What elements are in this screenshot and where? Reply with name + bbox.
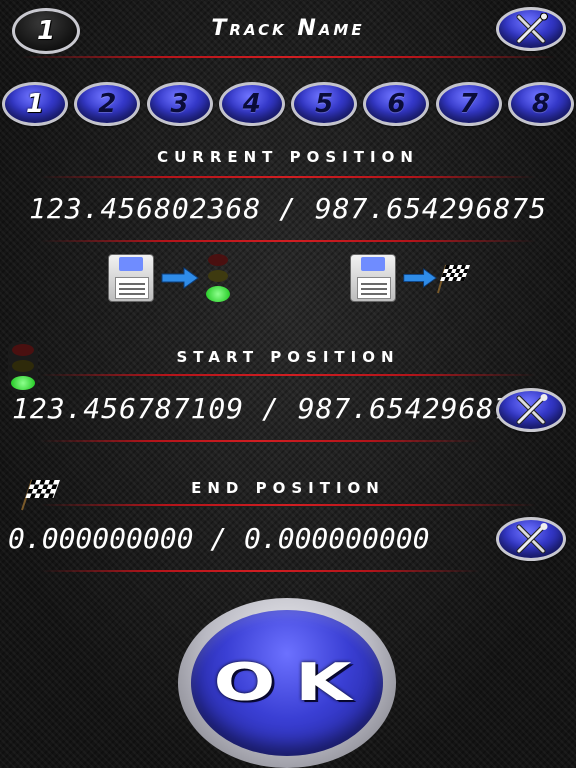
wrench-screwdriver-icon: [516, 523, 548, 554]
end-position-label: End Position: [191, 479, 385, 497]
current-divider-bottom: [40, 240, 536, 242]
ok-button[interactable]: OK: [178, 598, 396, 768]
floppy-disk-icon: [350, 254, 396, 302]
start-position-value: 123.456787109 / 987.654296875: [12, 392, 530, 425]
end-checkered-flag-icon: [21, 479, 60, 511]
slot-button-4[interactable]: 4: [218, 82, 285, 126]
slot-button-1[interactable]: 1: [2, 82, 68, 126]
ok-button-face: OK: [191, 610, 383, 756]
wrench-screwdriver-icon: [516, 13, 548, 44]
start-traffic-light-icon: [8, 342, 38, 392]
slot-button-3[interactable]: 3: [146, 82, 213, 126]
start-divider-top: [40, 374, 536, 376]
edit-start-button[interactable]: [496, 388, 566, 432]
save-end-button[interactable]: [350, 252, 490, 304]
slot-row: 1 2 3 4 5 6 7 8: [2, 82, 574, 130]
current-position-value: 123.456802368 / 987.654296875: [29, 192, 547, 225]
current-position-label: Current Position: [157, 148, 419, 166]
current-divider-top: [40, 176, 536, 178]
start-divider-bottom: [40, 440, 480, 442]
end-divider-top: [40, 504, 536, 506]
end-divider-bottom: [40, 570, 480, 572]
page-title: Track Name: [211, 16, 365, 41]
slot-button-2[interactable]: 2: [74, 82, 141, 126]
slot-button-7[interactable]: 7: [435, 82, 502, 126]
settings-button[interactable]: [496, 7, 566, 51]
traffic-light-icon: [206, 252, 230, 304]
checkered-flag-icon: [437, 264, 470, 294]
header-divider: [20, 56, 556, 58]
arrow-right-icon: [161, 267, 199, 289]
arrow-right-icon: [403, 268, 437, 288]
slot-button-5[interactable]: 5: [291, 82, 358, 126]
track-number: 1: [36, 16, 56, 46]
floppy-disk-icon: [108, 254, 154, 302]
wrench-screwdriver-icon: [516, 394, 548, 425]
ok-label: OK: [213, 653, 371, 713]
slot-button-6[interactable]: 6: [363, 82, 430, 126]
slot-button-8[interactable]: 8: [507, 82, 574, 126]
start-position-label: Start Position: [176, 348, 400, 366]
end-position-value: 0.000000000 / 0.000000000: [8, 522, 430, 555]
edit-end-button[interactable]: [496, 517, 566, 561]
save-start-button[interactable]: [108, 252, 248, 304]
track-number-badge[interactable]: 1: [12, 8, 80, 54]
